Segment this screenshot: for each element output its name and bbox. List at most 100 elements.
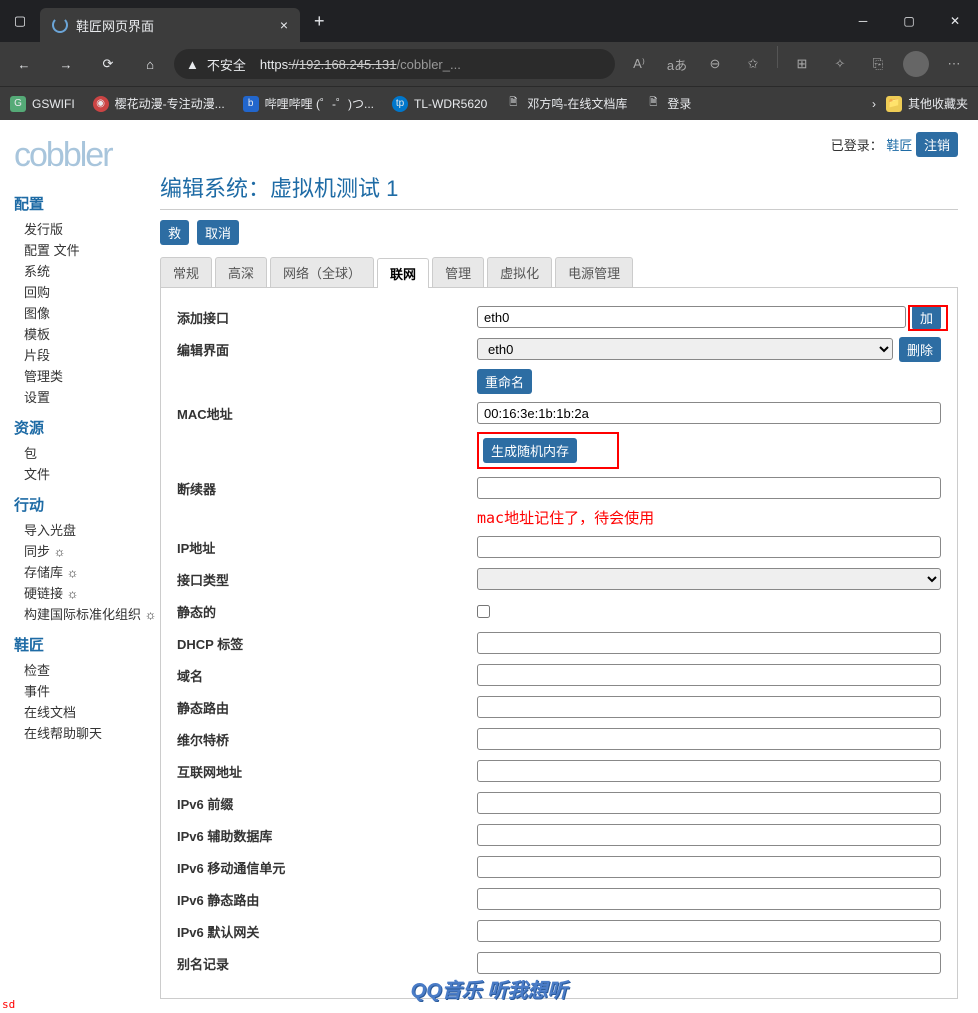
bookmark-item[interactable]: GGSWIFI (10, 96, 75, 112)
save-button[interactable]: 救 (160, 220, 189, 245)
bonding-input[interactable] (477, 477, 941, 499)
tab-1[interactable]: 高深 (215, 257, 267, 287)
home-button[interactable]: ⌂ (132, 46, 168, 82)
ipv6-mtu-input[interactable] (477, 856, 941, 878)
bookmarks-chevron-icon[interactable]: › (872, 97, 876, 111)
nav-item[interactable]: 同步 ☼ (14, 540, 160, 561)
nav-item[interactable]: 模板 (14, 323, 160, 344)
bookmark-item[interactable]: 🗎登录 (645, 95, 691, 112)
nav-item[interactable]: 配置 文件 (14, 239, 160, 260)
nav-item[interactable]: 导入光盘 (14, 519, 160, 540)
label-ipv6-mtu: IPv6 移动通信单元 (177, 858, 477, 877)
minimize-button[interactable]: ─ (840, 0, 886, 42)
browser-tab[interactable]: 鞋匠网页界面 × (40, 8, 300, 42)
insecure-icon: ▲ (186, 57, 199, 72)
tab-0[interactable]: 常规 (160, 257, 212, 287)
back-button[interactable]: ← (6, 46, 42, 82)
translate-icon[interactable]: aあ (659, 46, 695, 82)
static-route-input[interactable] (477, 696, 941, 718)
close-window-button[interactable]: ✕ (932, 0, 978, 42)
read-aloud-icon[interactable]: A⁾ (621, 46, 657, 82)
bookmark-item[interactable]: 🗎邓方鸣-在线文档库 (505, 95, 627, 112)
collections-icon[interactable]: ✧ (822, 46, 858, 82)
label-cnames: 别名记录 (177, 954, 477, 973)
nav-item[interactable]: 片段 (14, 344, 160, 365)
label-domain: 域名 (177, 666, 477, 685)
nav-item[interactable]: 构建国际标准化组织 ☼ (14, 603, 160, 624)
nav-item[interactable]: 图像 (14, 302, 160, 323)
label-ipv6-static-route: IPv6 静态路由 (177, 890, 477, 909)
forward-button[interactable]: → (48, 46, 84, 82)
nav-item[interactable]: 事件 (14, 680, 160, 701)
bookmark-item[interactable]: tpTL-WDR5620 (392, 96, 487, 112)
domain-input[interactable] (477, 664, 941, 686)
url-input[interactable]: ▲ 不安全 https://192.168.245.131/cobbler_..… (174, 49, 615, 79)
nav-item[interactable]: 存储库 ☼ (14, 561, 160, 582)
user-link[interactable]: 鞋匠 (886, 138, 912, 153)
ip-input[interactable] (477, 536, 941, 558)
ipv6-gateway-input[interactable] (477, 920, 941, 942)
nav-item[interactable]: 在线帮助聊天 (14, 722, 160, 743)
tab-title: 鞋匠网页界面 (76, 16, 154, 35)
logout-button[interactable]: 注销 (916, 132, 958, 157)
nav-item[interactable]: 包 (14, 442, 160, 463)
label-mac: MAC地址 (177, 404, 477, 423)
cancel-button[interactable]: 取消 (197, 220, 239, 245)
tab-2[interactable]: 网络（全球） (270, 257, 374, 287)
inet-addr-input[interactable] (477, 760, 941, 782)
ipv6-prefix-input[interactable] (477, 792, 941, 814)
nav-item[interactable]: 管理类 (14, 365, 160, 386)
label-bonding: 断续器 (177, 479, 477, 498)
delete-interface-button[interactable]: 删除 (899, 337, 941, 362)
virt-bridge-input[interactable] (477, 728, 941, 750)
security-label: 不安全 (207, 55, 246, 74)
nav-item[interactable]: 回购 (14, 281, 160, 302)
bookmark-item[interactable]: ◉樱花动漫-专注动漫... (93, 95, 225, 112)
label-ipv6-secondaries: IPv6 辅助数据库 (177, 826, 477, 845)
iface-type-select[interactable] (477, 568, 941, 590)
dhcp-tag-input[interactable] (477, 632, 941, 654)
static-checkbox[interactable] (477, 605, 490, 618)
logo: cobbler (14, 136, 160, 175)
nav-item[interactable]: 发行版 (14, 218, 160, 239)
menu-icon[interactable]: ⋯ (936, 46, 972, 82)
nav-item[interactable]: 在线文档 (14, 701, 160, 722)
tab-4[interactable]: 管理 (432, 257, 484, 287)
tab-5[interactable]: 虚拟化 (487, 257, 552, 287)
rename-button[interactable]: 重命名 (477, 369, 532, 394)
close-tab-icon[interactable]: × (280, 17, 288, 33)
nav-section-header: 行动 (14, 494, 160, 515)
label-static-route: 静态路由 (177, 698, 477, 717)
profile-avatar[interactable] (898, 46, 934, 82)
maximize-button[interactable]: ▢ (886, 0, 932, 42)
page-title: 编辑系统：虚拟机测试 1 (160, 171, 958, 210)
nav-item[interactable]: 设置 (14, 386, 160, 407)
nav-item[interactable]: 硬链接 ☼ (14, 582, 160, 603)
tab-6[interactable]: 电源管理 (555, 257, 633, 287)
favorite-icon[interactable]: ✩ (735, 46, 771, 82)
tab-strip: 常规高深网络（全球）联网管理虚拟化电源管理 (160, 257, 958, 288)
zoom-icon[interactable]: ⊖ (697, 46, 733, 82)
nav-item[interactable]: 检查 (14, 659, 160, 680)
nav-item[interactable]: 文件 (14, 463, 160, 484)
bookmarks-overflow[interactable]: 📁其他收藏夹 (886, 95, 968, 112)
mac-input[interactable] (477, 402, 941, 424)
generate-mac-button[interactable]: 生成随机内存 (483, 438, 577, 463)
label-virt-bridge: 维尔特桥 (177, 730, 477, 749)
corner-text: sd (2, 998, 15, 1011)
tab-3[interactable]: 联网 (377, 258, 429, 288)
cnames-input[interactable] (477, 952, 941, 974)
nav-item[interactable]: 系统 (14, 260, 160, 281)
edit-interface-select[interactable]: eth0 (477, 338, 893, 360)
bookmark-item[interactable]: b哔哩哔哩 (゜-゜)つ... (243, 95, 374, 112)
label-ipv6-gateway: IPv6 默认网关 (177, 922, 477, 941)
new-tab-button[interactable]: + (300, 11, 339, 32)
add-interface-input[interactable] (477, 306, 906, 328)
reload-button[interactable]: ⟳ (90, 46, 126, 82)
sync-icon[interactable]: ⎘ (860, 46, 896, 82)
ipv6-static-route-input[interactable] (477, 888, 941, 910)
label-iface-type: 接口类型 (177, 570, 477, 589)
ipv6-secondaries-input[interactable] (477, 824, 941, 846)
bookmarks-bar: GGSWIFI ◉樱花动漫-专注动漫... b哔哩哔哩 (゜-゜)つ... tp… (0, 86, 978, 120)
extensions-icon[interactable]: ⊞ (784, 46, 820, 82)
